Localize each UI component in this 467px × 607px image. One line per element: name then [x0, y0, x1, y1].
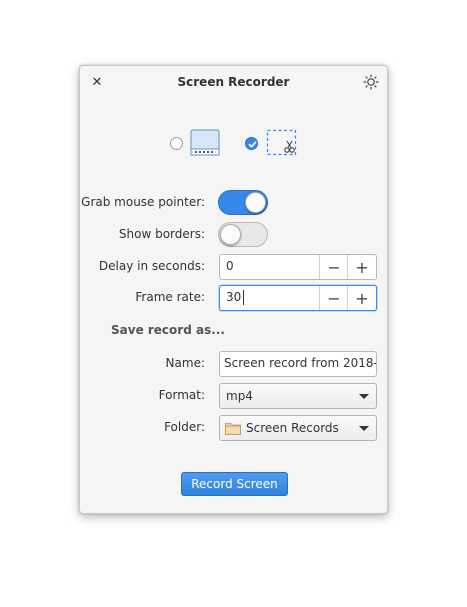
delay-label: Delay in seconds:	[98, 259, 205, 273]
grab-mouse-switch[interactable]	[218, 190, 268, 215]
format-label: Format:	[158, 388, 205, 402]
delay-increment-button[interactable]: +	[347, 255, 376, 279]
delay-input[interactable]	[226, 259, 316, 273]
framerate-row: Frame rate: − +	[80, 285, 387, 311]
format-row: Format: mp4	[80, 383, 387, 409]
switch-knob	[245, 192, 266, 213]
framerate-input[interactable]	[226, 290, 316, 304]
folder-icon	[225, 423, 241, 435]
folder-label: Folder:	[164, 420, 205, 434]
delay-row: Delay in seconds: − +	[80, 254, 387, 280]
folder-chooser[interactable]: Screen Records	[219, 415, 377, 441]
grab-mouse-row: Grab mouse pointer:	[80, 190, 387, 216]
capture-mode-selector	[80, 128, 387, 158]
framerate-label: Frame rate:	[135, 290, 205, 304]
brightness-icon[interactable]	[363, 74, 379, 90]
chevron-down-icon	[359, 394, 369, 399]
show-borders-label: Show borders:	[118, 227, 205, 241]
grab-mouse-label: Grab mouse pointer:	[81, 195, 205, 209]
name-entry	[219, 351, 377, 377]
save-section-title: Save record as...	[111, 323, 225, 337]
delay-decrement-button[interactable]: −	[319, 255, 348, 279]
name-input[interactable]	[224, 356, 376, 370]
folder-row: Folder: Screen Records	[80, 415, 387, 441]
name-row: Name:	[80, 351, 387, 377]
chevron-down-icon	[359, 426, 369, 431]
titlebar: ✕ Screen Recorder	[80, 66, 387, 98]
framerate-decrement-button[interactable]: −	[319, 286, 348, 310]
switch-knob	[220, 224, 241, 245]
framerate-increment-button[interactable]: +	[347, 286, 376, 310]
folder-value: Screen Records	[246, 421, 339, 435]
show-borders-row: Show borders:	[80, 222, 387, 248]
screen-recorder-window: ✕ Screen Recorder Grab mouse pointer: Sh…	[79, 65, 388, 514]
window-title: Screen Recorder	[177, 75, 290, 89]
framerate-spinbox: − +	[219, 285, 377, 311]
delay-spinbox: − +	[219, 254, 377, 280]
format-dropdown[interactable]: mp4	[219, 383, 377, 409]
format-value: mp4	[226, 389, 253, 403]
radio-select-area[interactable]	[245, 137, 258, 150]
radio-grab-screen[interactable]	[170, 137, 183, 150]
name-label: Name:	[165, 356, 205, 370]
record-screen-button[interactable]: Record Screen	[181, 472, 288, 496]
screen-icon[interactable]	[190, 129, 220, 157]
select-area-icon[interactable]	[266, 129, 298, 157]
text-caret	[243, 290, 244, 305]
show-borders-switch[interactable]	[218, 222, 268, 247]
